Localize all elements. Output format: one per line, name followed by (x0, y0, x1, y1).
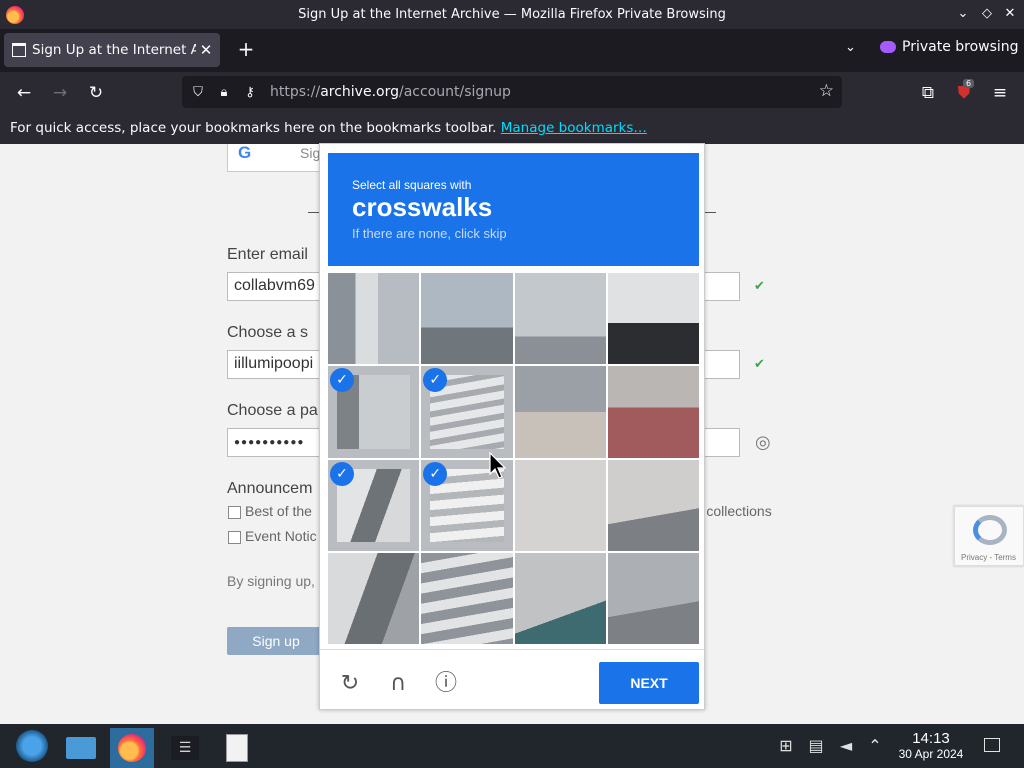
captcha-tile[interactable] (421, 552, 513, 644)
event-notices-checkbox[interactable] (228, 531, 241, 544)
archive-favicon-icon (12, 43, 26, 57)
window-titlebar: Sign Up at the Internet Archive — Mozill… (0, 0, 1024, 29)
sign-up-button[interactable]: Sign up (227, 627, 325, 655)
firefox-taskbar-icon (118, 734, 146, 762)
captcha-tile[interactable] (328, 552, 420, 644)
taskbar-file-manager[interactable] (60, 728, 104, 768)
captcha-tile[interactable] (421, 273, 513, 365)
manage-bookmarks-link[interactable]: Manage bookmarks… (501, 120, 647, 136)
captcha-tile-selected[interactable]: ✓ (421, 366, 513, 458)
captcha-tile-selected[interactable]: ✓ (328, 459, 420, 551)
email-valid-check-icon: ✔ (754, 279, 765, 294)
captcha-tile[interactable] (328, 273, 420, 365)
url-text[interactable]: https://archive.org/account/signup (270, 84, 511, 100)
list-all-tabs-icon[interactable]: ⌄ (845, 40, 856, 55)
event-notices-label: Event Notic (245, 528, 317, 544)
taskbar-firefox[interactable] (110, 728, 154, 768)
taskbar-settings[interactable]: ☰ (163, 728, 207, 768)
recaptcha-badge[interactable]: Privacy - Terms (954, 506, 1024, 566)
reload-challenge-icon[interactable]: ↻ (336, 670, 364, 698)
captcha-tile[interactable] (607, 366, 699, 458)
captcha-hint: If there are none, click skip (352, 226, 507, 241)
bookmarks-toolbar-message: For quick access, place your bookmarks h… (10, 120, 497, 136)
private-browsing-indicator: Private browsing (880, 39, 1019, 55)
minimize-icon[interactable]: ⌄ (954, 5, 972, 23)
show-desktop-icon[interactable] (984, 738, 1000, 752)
close-window-icon[interactable]: ✕ (1001, 5, 1019, 23)
tab-signup[interactable]: Sign Up at the Internet Ar ✕ (4, 33, 220, 67)
captcha-target: crosswalks (352, 192, 493, 222)
google-signup-button[interactable]: G Sig (227, 144, 327, 172)
recaptcha-challenge: Select all squares with crosswalks If th… (319, 143, 705, 710)
tracking-protection-shield-icon[interactable]: ⛉ (188, 85, 208, 100)
document-icon (226, 734, 248, 762)
url-bar[interactable]: ⛉ 🔒︎ ⚷ https://archive.org/account/signu… (182, 76, 842, 108)
recaptcha-logo-icon (973, 515, 1007, 545)
back-icon[interactable]: ← (13, 82, 35, 104)
forward-icon[interactable]: → (49, 82, 71, 104)
app-menu-icon[interactable]: ≡ (989, 82, 1011, 104)
show-password-eye-icon[interactable]: ◎ (755, 432, 771, 453)
best-of-label: Best of the (245, 503, 312, 519)
firefox-icon (6, 6, 24, 24)
taskbar: ☰ ⊞ ▤ ◄ ⌃ 14:13 30 Apr 2024 (0, 724, 1024, 768)
network-icon[interactable]: ⊞ (776, 736, 796, 755)
password-label: Choose a pa (227, 402, 318, 419)
private-mask-icon (880, 41, 896, 53)
private-browsing-label: Private browsing (902, 39, 1019, 55)
captcha-instruction: Select all squares with (352, 178, 472, 192)
announcements-label: Announcem (227, 480, 313, 497)
extensions-icon[interactable]: ⧉ (917, 82, 939, 104)
captcha-tile[interactable] (514, 366, 606, 458)
lock-icon[interactable]: 🔒︎ (214, 85, 234, 100)
captcha-tile-selected[interactable]: ✓ (328, 366, 420, 458)
folder-icon (66, 737, 96, 759)
volume-muted-icon[interactable]: ◄ (836, 736, 856, 755)
next-button[interactable]: NEXT (599, 662, 699, 704)
navigation-bar: ← → ↻ ⛉ 🔒︎ ⚷ https://archive.org/account… (0, 72, 1024, 113)
screenname-valid-check-icon: ✔ (754, 357, 765, 372)
tray-expand-chevron-icon[interactable]: ⌃ (865, 736, 885, 755)
clock[interactable]: 14:13 30 Apr 2024 (891, 730, 971, 762)
google-signup-label: Sig (300, 145, 321, 161)
captcha-tile[interactable] (607, 552, 699, 644)
close-tab-icon[interactable]: ✕ (196, 41, 216, 59)
captcha-tile[interactable] (514, 459, 606, 551)
maximize-icon[interactable]: ◇ (978, 5, 996, 23)
extension-badge-count: 6 (963, 79, 975, 88)
captcha-tile[interactable] (514, 552, 606, 644)
divider-right (704, 212, 716, 213)
tab-label: Sign Up at the Internet Ar (32, 42, 196, 58)
tile-selected-check-icon: ✓ (330, 461, 354, 486)
audio-challenge-headphones-icon[interactable]: ∩ (384, 670, 412, 698)
terms-text: By signing up, y (227, 573, 326, 589)
window-title: Sign Up at the Internet Archive — Mozill… (298, 7, 726, 22)
info-icon[interactable]: ⓘ (432, 670, 460, 698)
taskbar-text-editor[interactable] (214, 728, 258, 768)
settings-sliders-icon: ☰ (171, 736, 199, 760)
captcha-image-grid: ✓ ✓ ✓ ✓ (328, 273, 699, 644)
captcha-tile[interactable] (607, 459, 699, 551)
new-tab-button[interactable]: + (234, 37, 258, 61)
mouse-cursor-icon (489, 452, 507, 479)
bookmarks-toolbar: For quick access, place your bookmarks h… (0, 113, 1024, 144)
captcha-tile[interactable] (607, 273, 699, 365)
clock-time: 14:13 (912, 730, 950, 747)
start-menu-icon[interactable] (16, 730, 48, 762)
captcha-header: Select all squares with crosswalks If th… (328, 153, 699, 266)
recaptcha-privacy-terms[interactable]: Privacy - Terms (961, 553, 1016, 562)
clipboard-icon[interactable]: ▤ (806, 736, 826, 755)
reload-icon[interactable]: ↻ (85, 82, 107, 104)
captcha-tile[interactable] (514, 273, 606, 365)
tab-strip: Sign Up at the Internet Ar ✕ + ⌄ Private… (0, 29, 1024, 72)
email-label: Enter email (227, 246, 308, 263)
screenname-label: Choose a s (227, 324, 308, 341)
captcha-footer: ↻ ∩ ⓘ NEXT (320, 649, 704, 709)
tile-selected-check-icon: ✓ (423, 461, 448, 486)
bookmark-star-icon[interactable]: ☆ (819, 81, 834, 101)
google-icon: G (238, 144, 252, 162)
clock-date: 30 Apr 2024 (898, 747, 964, 761)
best-of-checkbox[interactable] (228, 506, 241, 519)
key-icon[interactable]: ⚷ (240, 85, 260, 100)
